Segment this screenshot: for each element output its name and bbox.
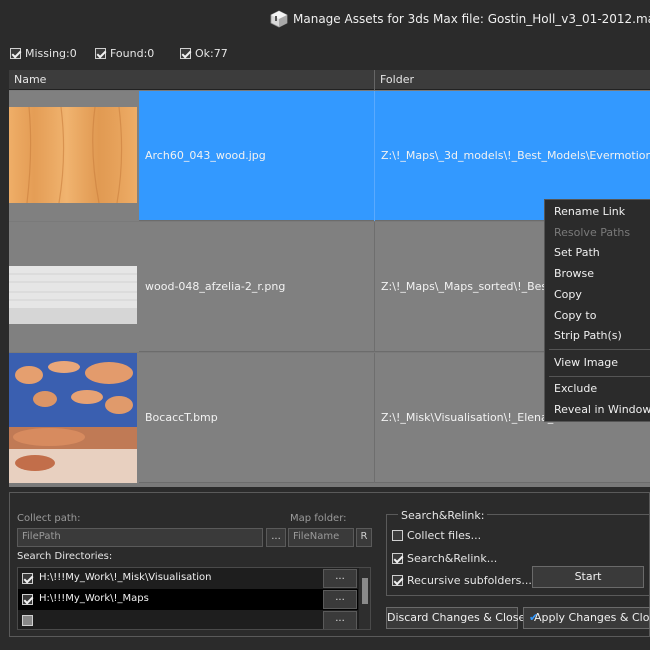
ok-filter-checkbox[interactable]: Ok:77 bbox=[180, 47, 228, 60]
start-button[interactable]: Start bbox=[532, 566, 644, 588]
directory-browse-button[interactable]: ... bbox=[323, 590, 357, 609]
context-menu: Rename Link Resolve Paths Set Path Brows… bbox=[544, 199, 650, 422]
asset-file-name: Arch60_043_wood.jpg bbox=[145, 149, 266, 162]
checkbox-icon bbox=[180, 48, 191, 59]
menu-item-exclude[interactable]: Exclude bbox=[554, 382, 597, 395]
checkbox-icon bbox=[10, 48, 21, 59]
scrollbar-thumb[interactable] bbox=[362, 578, 368, 604]
asset-folder-path: Z:\!_Maps\_3d_models\!_Best_Models\Everm… bbox=[381, 149, 650, 162]
light-wood-texture-thumbnail bbox=[9, 91, 139, 221]
search-directory-row[interactable]: H:\!!!My_Work\!_Maps ... bbox=[18, 589, 358, 610]
r-button[interactable]: R bbox=[356, 528, 372, 547]
collect-files-label: Collect files... bbox=[407, 529, 482, 542]
asset-file-name: wood-048_afzelia-2_r.png bbox=[145, 280, 286, 293]
missing-filter-label: Missing:0 bbox=[25, 47, 77, 60]
checkbox-icon[interactable] bbox=[22, 573, 33, 584]
discard-changes-button[interactable]: Discard Changes & Close bbox=[386, 607, 525, 629]
file-name-field[interactable]: FileName bbox=[288, 528, 354, 547]
column-header-folder[interactable]: Folder bbox=[380, 73, 414, 86]
checkbox-icon bbox=[392, 575, 403, 586]
check-icon: ✔ bbox=[529, 611, 539, 624]
menu-separator bbox=[549, 349, 650, 350]
menu-item-view-image[interactable]: View Image bbox=[554, 356, 618, 369]
apply-changes-label: Apply Changes & Close bbox=[534, 611, 650, 624]
grid-header: Name Folder bbox=[9, 70, 650, 90]
cell-divider bbox=[374, 222, 375, 352]
menu-item-set-path[interactable]: Set Path bbox=[554, 246, 600, 259]
search-directories-label: Search Directories: bbox=[17, 551, 113, 562]
file-path-field[interactable]: FilePath bbox=[17, 528, 263, 547]
checkbox-icon[interactable] bbox=[22, 615, 33, 626]
status-filters: Missing:0 Found:0 Ok:77 bbox=[0, 44, 650, 64]
menu-item-rename-link[interactable]: Rename Link bbox=[554, 205, 625, 218]
cell-divider bbox=[374, 91, 375, 221]
fish-texture-thumbnail bbox=[9, 353, 139, 483]
3ds-max-icon bbox=[270, 10, 288, 28]
collect-path-browse-button[interactable]: ... bbox=[266, 528, 286, 547]
apply-changes-button[interactable]: ✔ Apply Changes & Close bbox=[523, 607, 650, 629]
menu-item-strip-paths[interactable]: Strip Path(s) bbox=[554, 329, 622, 342]
search-directory-row[interactable]: H:\!!!My_Work\!_Misk\Visualisation ... bbox=[18, 568, 358, 589]
menu-item-copy-to[interactable]: Copy to bbox=[554, 309, 596, 322]
search-directory-row[interactable]: ... bbox=[18, 610, 358, 629]
asset-file-name: BocaccT.bmp bbox=[145, 411, 218, 424]
search-relink-label: Search&Relink... bbox=[407, 552, 498, 565]
found-filter-label: Found:0 bbox=[110, 47, 155, 60]
collect-files-checkbox[interactable]: Collect files... bbox=[392, 529, 481, 542]
menu-separator bbox=[549, 376, 650, 377]
ok-filter-label: Ok:77 bbox=[195, 47, 228, 60]
recursive-subfolders-label: Recursive subfolders... bbox=[407, 574, 532, 587]
directory-list-scrollbar[interactable] bbox=[359, 568, 370, 629]
directory-browse-button[interactable]: ... bbox=[323, 611, 357, 629]
menu-item-reveal-in-windows[interactable]: Reveal in Windows bbox=[554, 403, 650, 416]
search-directory-path: H:\!!!My_Work\!_Maps bbox=[39, 593, 149, 604]
checkbox-icon bbox=[392, 530, 403, 541]
menu-item-browse[interactable]: Browse bbox=[554, 267, 594, 280]
column-divider[interactable] bbox=[374, 70, 375, 90]
search-directory-path: H:\!!!My_Work\!_Misk\Visualisation bbox=[39, 572, 212, 583]
menu-item-resolve-paths[interactable]: Resolve Paths bbox=[554, 226, 630, 239]
map-folder-label: Map folder: bbox=[290, 513, 347, 524]
white-wood-texture-thumbnail bbox=[9, 222, 139, 352]
directory-browse-button[interactable]: ... bbox=[323, 569, 357, 588]
asset-folder-path: Z:\!_Maps\_Maps_sorted\!_Best_M bbox=[381, 280, 567, 293]
checkbox-icon bbox=[392, 553, 403, 564]
checkbox-icon[interactable] bbox=[22, 594, 33, 605]
checkbox-icon bbox=[95, 48, 106, 59]
column-header-name[interactable]: Name bbox=[14, 73, 46, 86]
window-title: Manage Assets for 3ds Max file: Gostin_H… bbox=[293, 12, 650, 26]
title-bar: Manage Assets for 3ds Max file: Gostin_H… bbox=[0, 0, 650, 38]
found-filter-checkbox[interactable]: Found:0 bbox=[95, 47, 154, 60]
menu-item-copy[interactable]: Copy bbox=[554, 288, 582, 301]
missing-filter-checkbox[interactable]: Missing:0 bbox=[10, 47, 77, 60]
search-relink-group-title: Search&Relink: bbox=[398, 509, 488, 522]
search-relink-checkbox[interactable]: Search&Relink... bbox=[392, 552, 497, 565]
cell-divider bbox=[374, 353, 375, 483]
recursive-subfolders-checkbox[interactable]: Recursive subfolders... bbox=[392, 574, 532, 587]
search-directories-list[interactable]: H:\!!!My_Work\!_Misk\Visualisation ... H… bbox=[17, 567, 371, 630]
collect-path-label: Collect path: bbox=[17, 513, 81, 524]
bottom-panel: Collect path: FilePath ... Map folder: F… bbox=[9, 492, 650, 637]
